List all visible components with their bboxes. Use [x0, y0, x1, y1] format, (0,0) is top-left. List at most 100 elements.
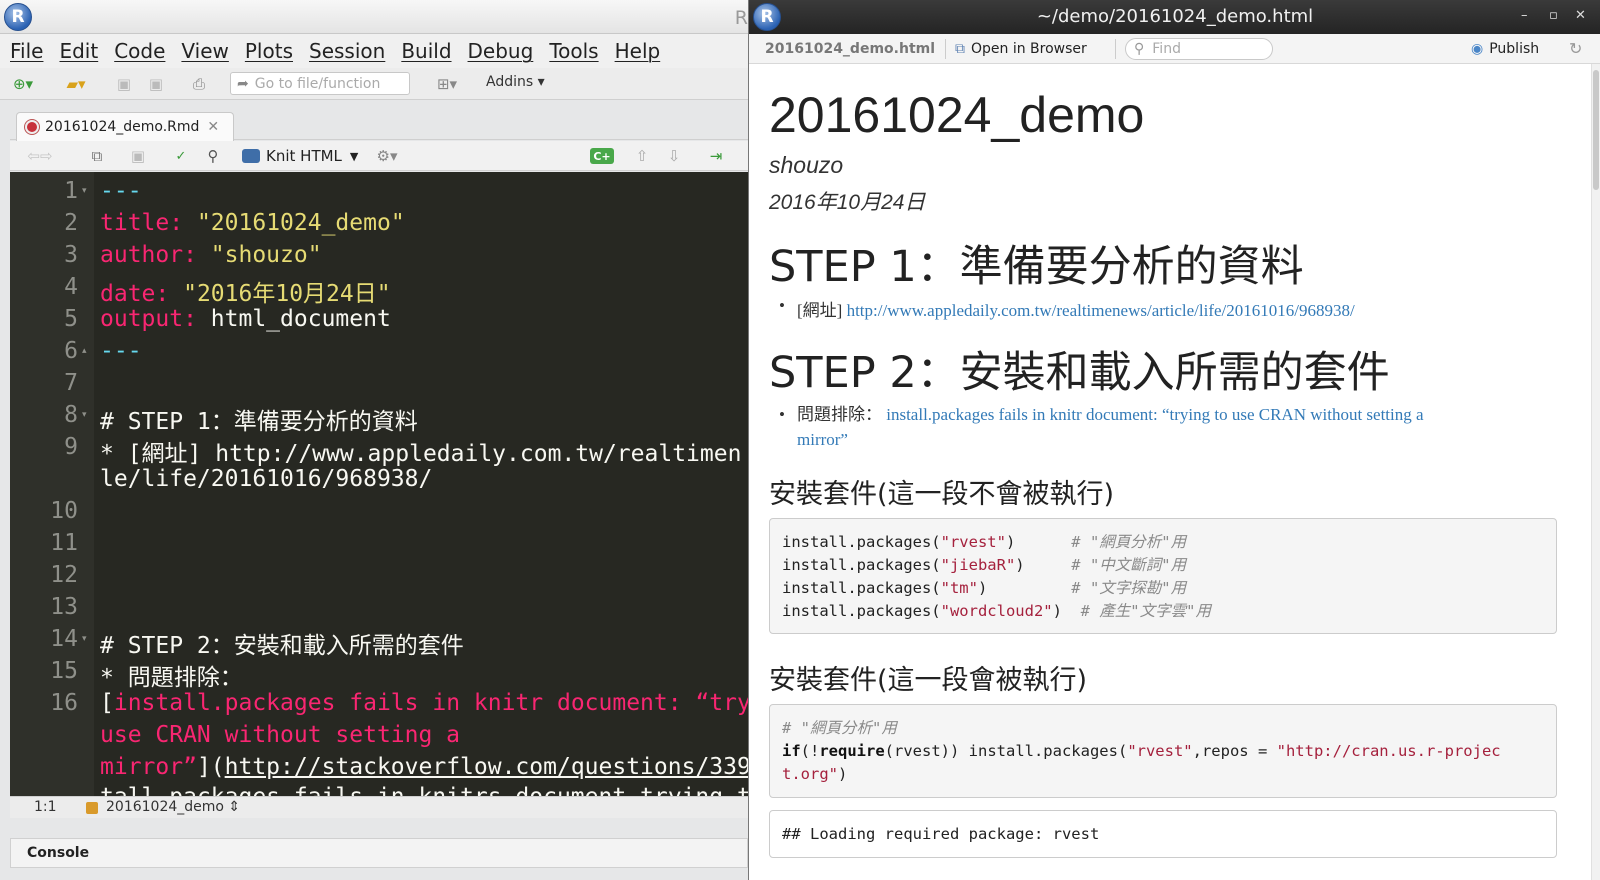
save-icon[interactable]: ▣	[114, 74, 134, 94]
doc-tab-label: 20161024_demo.Rmd	[45, 119, 200, 135]
code-line: * 問題排除：	[100, 665, 243, 691]
rendered-document: 20161024_demo shouzo 2016年10月24日 STEP 1：…	[769, 64, 1577, 880]
grid-layout-icon[interactable]: ⊞▾	[430, 74, 464, 94]
fold-icon[interactable]: ▴	[82, 346, 87, 356]
chunk-selector[interactable]: 20161024_demo ⇕	[106, 799, 240, 815]
line-number: 7	[64, 370, 78, 396]
doc-date: 2016年10月24日	[769, 191, 926, 214]
code-line: output: html_document	[100, 306, 391, 332]
doc-author: shouzo	[769, 152, 844, 178]
minimize-icon[interactable]: –	[1521, 8, 1528, 23]
addins-button[interactable]: Addins ▾	[486, 74, 545, 90]
menu-help[interactable]: Help	[615, 39, 661, 63]
line-number: 14	[50, 626, 78, 652]
chunk-icon	[86, 802, 98, 814]
fold-icon[interactable]: ▾	[82, 410, 87, 420]
menu-tools[interactable]: Tools	[549, 39, 598, 63]
menu-view[interactable]: View	[181, 39, 228, 63]
menu-code[interactable]: Code	[114, 39, 165, 63]
line-number: 16	[50, 690, 78, 716]
browser-icon: ⧉	[955, 41, 965, 57]
back-forward-icon[interactable]: ⇦⇨	[20, 147, 60, 165]
step2-link[interactable]: install.packages fails in knitr document…	[797, 405, 1424, 449]
menu-session[interactable]: Session	[309, 39, 385, 63]
step1-link[interactable]: http://www.appledaily.com.tw/realtimenew…	[847, 301, 1355, 320]
code-block: # "網頁分析"用 if(!require(rvest)) install.pac…	[769, 704, 1557, 798]
menu-debug[interactable]: Debug	[468, 39, 534, 63]
search-icon[interactable]: ⚲	[202, 146, 224, 166]
viewer-file-label: 20161024_demo.html	[765, 41, 936, 57]
code-line: install.packages("wordcloud2") # 產生"文字雲"…	[782, 602, 1211, 620]
line-number: 3	[64, 242, 78, 268]
save-doc-icon[interactable]: ▣	[128, 147, 148, 165]
code-line: mirror”](http://stackoverflow.com/questi…	[100, 754, 748, 780]
console-tab[interactable]: Console	[10, 838, 748, 868]
code-line: * [網址] http://www.appledaily.com.tw/real…	[100, 441, 742, 467]
menu-edit[interactable]: Edit	[59, 39, 98, 63]
chunk-down-icon[interactable]: ⇩	[664, 146, 684, 166]
refresh-icon[interactable]: ↻	[1569, 39, 1582, 58]
r-logo-icon: R	[4, 3, 32, 31]
run-icon[interactable]: ⇥	[702, 146, 730, 166]
menu-build[interactable]: Build	[401, 39, 451, 63]
line-number: 1	[64, 178, 78, 204]
main-toolbar: ⊕▾ ▰▾ ▣ ▣ ⎙ ➦ Go to file/function ⊞▾ Add…	[0, 68, 748, 100]
code-line: author: "shouzo"	[100, 242, 322, 268]
gear-icon[interactable]: ⚙▾	[370, 146, 404, 166]
line-number: 15	[50, 658, 78, 684]
maximize-icon[interactable]: ▫	[1549, 8, 1558, 23]
viewer-toolbar: 20161024_demo.html ⧉ Open in Browser ⚲ F…	[749, 34, 1600, 64]
divider	[1115, 39, 1116, 59]
close-icon[interactable]: ✕	[1575, 8, 1586, 23]
code-line: use CRAN without setting a	[100, 722, 461, 748]
rstudio-title: R	[734, 7, 748, 29]
code-line: title: "20161024_demo"	[100, 210, 405, 236]
save-all-icon[interactable]: ▣	[146, 74, 166, 94]
menu-plots[interactable]: Plots	[245, 39, 293, 63]
open-folder-icon[interactable]: ▰▾	[56, 74, 96, 94]
line-number: 13	[50, 594, 78, 620]
insert-chunk-icon[interactable]: C+	[590, 148, 614, 164]
list-item: 問題排除： install.packages fails in knitr do…	[779, 402, 1557, 452]
step2-heading: STEP 2：安裝和載入所需的套件	[769, 348, 1390, 398]
find-input[interactable]: ⚲ Find	[1125, 38, 1273, 60]
knit-button[interactable]: Knit HTML ▼	[242, 144, 358, 168]
section-heading: 安裝套件(這一段會被執行)	[769, 665, 1088, 696]
step1-heading: STEP 1：準備要分析的資料	[769, 242, 1304, 292]
line-number: 8	[64, 402, 78, 428]
close-icon[interactable]: ✕	[207, 119, 219, 135]
fold-icon[interactable]: ▾	[82, 186, 87, 196]
open-in-browser-button[interactable]: ⧉ Open in Browser	[955, 41, 1087, 57]
goto-file-input[interactable]: ➦ Go to file/function	[230, 72, 410, 95]
scrollbar-thumb[interactable]	[1593, 70, 1599, 190]
new-file-icon[interactable]: ⊕▾	[8, 74, 38, 94]
tab-rmd-document[interactable]: 20161024_demo.Rmd ✕	[16, 112, 234, 141]
line-number-gutter: 1 ▾ 2 3 4 5 6 ▴ 7 8 ▾ 9 10 11 12 13 14 ▾…	[10, 172, 94, 796]
code-line: if(!require(rvest)) install.packages("rv…	[782, 742, 1501, 760]
line-number: 11	[50, 530, 78, 556]
arrow-right-icon: ➦	[237, 75, 249, 92]
code-line: # STEP 1：準備要分析的資料	[100, 409, 418, 435]
publish-button[interactable]: ◉ Publish	[1471, 41, 1539, 57]
fold-icon[interactable]: ▾	[82, 634, 87, 644]
publish-icon: ◉	[1471, 41, 1484, 57]
code-line: date: "2016年10月24日"	[100, 281, 391, 307]
chunk-up-icon[interactable]: ⇧	[632, 146, 652, 166]
code-block: install.packages("rvest") # "網頁分析"用 insta…	[769, 518, 1557, 634]
code-line: # STEP 2：安裝和載入所需的套件	[100, 633, 464, 659]
code-line: [install.packages fails in knitr documen…	[100, 690, 748, 716]
line-number: 6	[64, 338, 78, 364]
show-in-window-icon[interactable]: ⧉	[86, 147, 108, 165]
goto-placeholder: Go to file/function	[254, 75, 381, 92]
line-number: 10	[50, 498, 78, 524]
print-icon[interactable]: ⎙	[188, 74, 210, 94]
code-line: # "網頁分析"用	[782, 719, 897, 737]
source-pane: 20161024_demo.Rmd ✕ ⇦⇨ ⧉ ▣ ✓ ⚲ Knit HTML…	[10, 108, 748, 830]
list-item: [網址] http://www.appledaily.com.tw/realti…	[779, 296, 1355, 321]
spellcheck-icon[interactable]: ✓	[170, 146, 192, 166]
chevron-down-icon: ▼	[349, 149, 359, 163]
line-number: 2	[64, 210, 78, 236]
line-number: 12	[50, 562, 78, 588]
code-editor[interactable]: 1 ▾ 2 3 4 5 6 ▴ 7 8 ▾ 9 10 11 12 13 14 ▾…	[10, 172, 748, 796]
menu-file[interactable]: File	[10, 39, 43, 63]
